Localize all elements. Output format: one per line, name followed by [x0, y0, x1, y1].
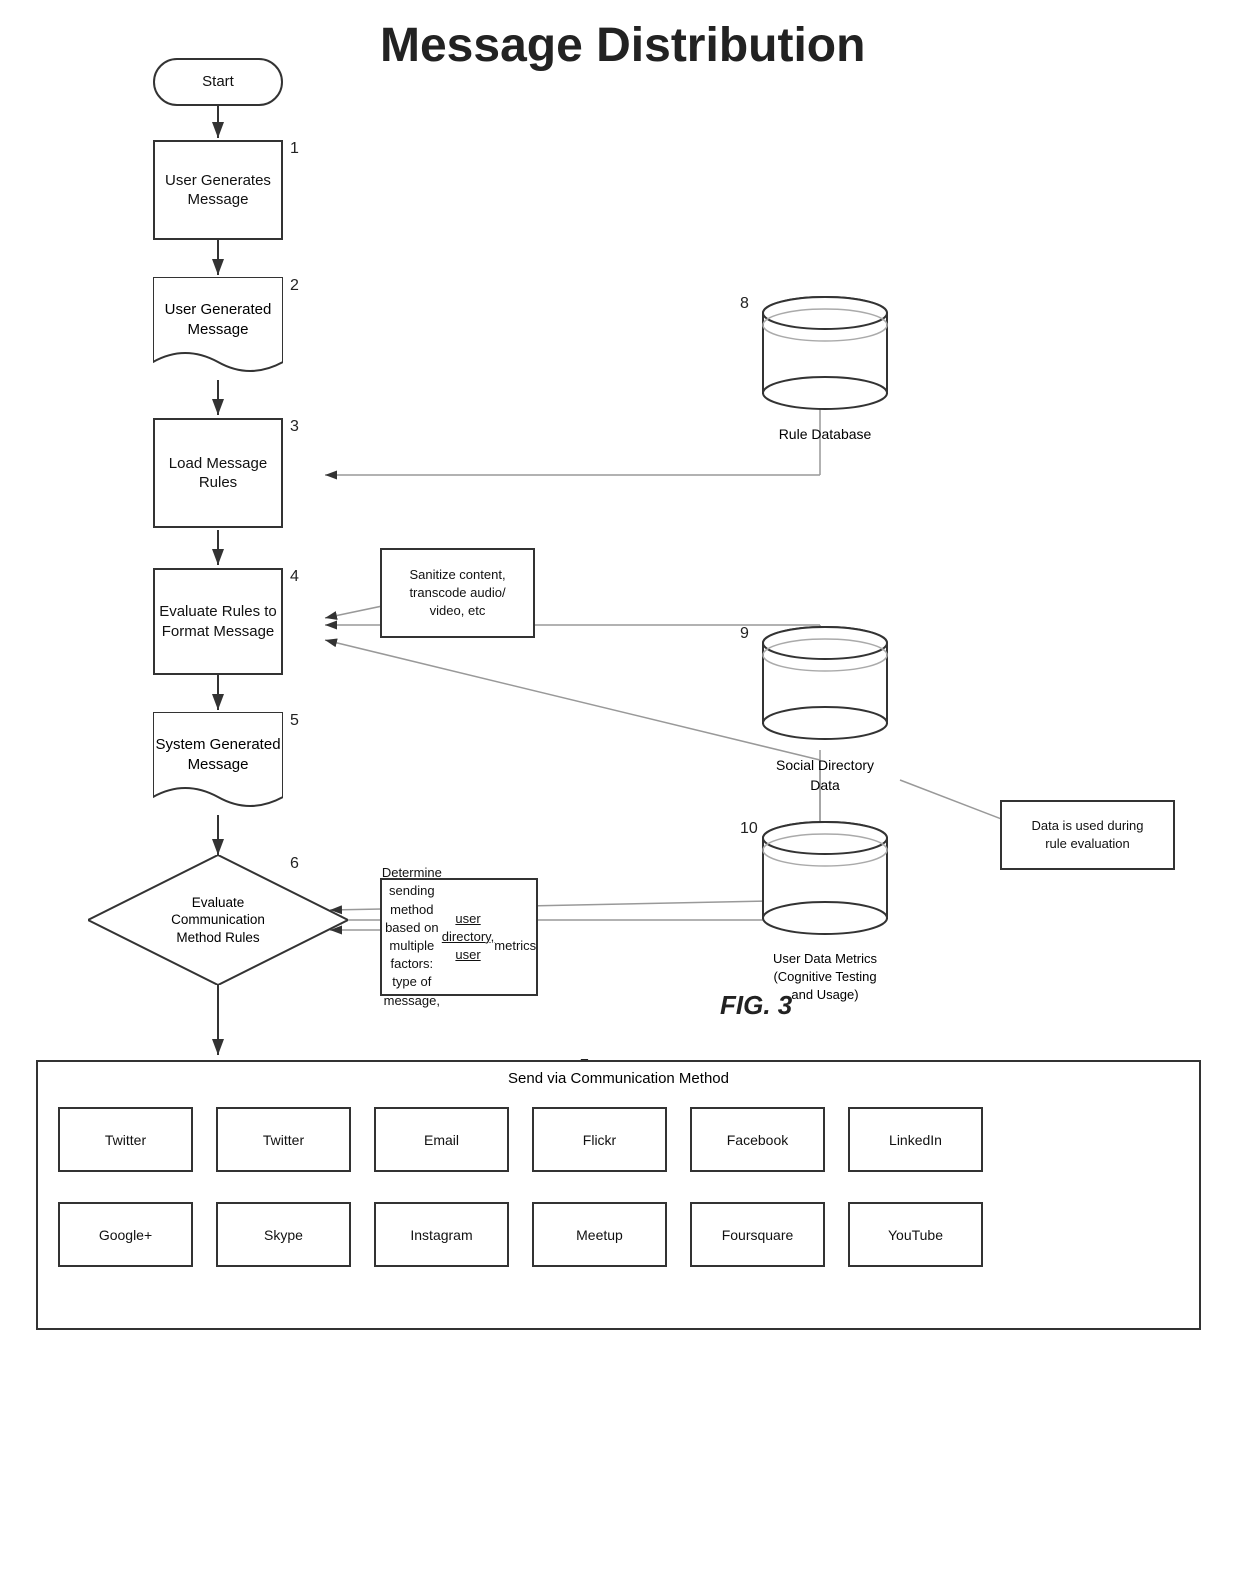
start-label: Start	[202, 72, 234, 92]
fig-label: FIG. 3	[720, 990, 792, 1021]
note-sending: Determine sendingmethod based onmultiple…	[380, 878, 538, 996]
comm-twitter1: Twitter	[58, 1107, 193, 1172]
step3-num: 3	[290, 418, 299, 436]
step4-num: 4	[290, 568, 299, 586]
comm-youtube: YouTube	[848, 1202, 983, 1267]
comm-email: Email	[374, 1107, 509, 1172]
step1-label: User GeneratesMessage	[165, 171, 271, 210]
db9-shape	[760, 625, 890, 745]
comm-meetup: Meetup	[532, 1202, 667, 1267]
start-shape: Start	[153, 58, 283, 106]
step6-num: 6	[290, 855, 299, 873]
db10-num: 10	[740, 820, 758, 838]
comm-flickr: Flickr	[532, 1107, 667, 1172]
comm-facebook: Facebook	[690, 1107, 825, 1172]
comm-instagram: Instagram	[374, 1202, 509, 1267]
db8-shape	[760, 295, 890, 415]
step1-num: 1	[290, 140, 299, 158]
db8-num: 8	[740, 295, 749, 313]
step5-num: 5	[290, 712, 299, 730]
db9-num: 9	[740, 625, 749, 643]
step4-label: Evaluate Rules toFormat Message	[159, 602, 277, 641]
comm-linkedin: LinkedIn	[848, 1107, 983, 1172]
page-title: Message Distribution	[380, 18, 865, 73]
step5-shape: System GeneratedMessage	[153, 712, 283, 815]
note-sanitize: Sanitize content,transcode audio/video, …	[380, 548, 535, 638]
note-data-used: Data is used duringrule evaluation	[1000, 800, 1175, 870]
comm-twitter2: Twitter	[216, 1107, 351, 1172]
step3-box: Load Message Rules	[153, 418, 283, 528]
comm-googleplus: Google+	[58, 1202, 193, 1267]
step2-num: 2	[290, 277, 299, 295]
db10-shape	[760, 820, 890, 940]
step6-diamond: EvaluateCommunicationMethod Rules	[88, 855, 348, 985]
comm-skype: Skype	[216, 1202, 351, 1267]
comm-container: Send via Communication Method Twitter Tw…	[36, 1060, 1201, 1330]
comm-title: Send via Communication Method	[38, 1070, 1199, 1087]
comm-foursquare: Foursquare	[690, 1202, 825, 1267]
step4-box: Evaluate Rules toFormat Message	[153, 568, 283, 675]
step1-box: User GeneratesMessage	[153, 140, 283, 240]
step3-label: Load Message Rules	[155, 454, 281, 493]
db9-label: Social DirectoryData	[760, 756, 890, 795]
step2-shape: User GeneratedMessage	[153, 277, 283, 380]
db8-label: Rule Database	[760, 425, 890, 445]
